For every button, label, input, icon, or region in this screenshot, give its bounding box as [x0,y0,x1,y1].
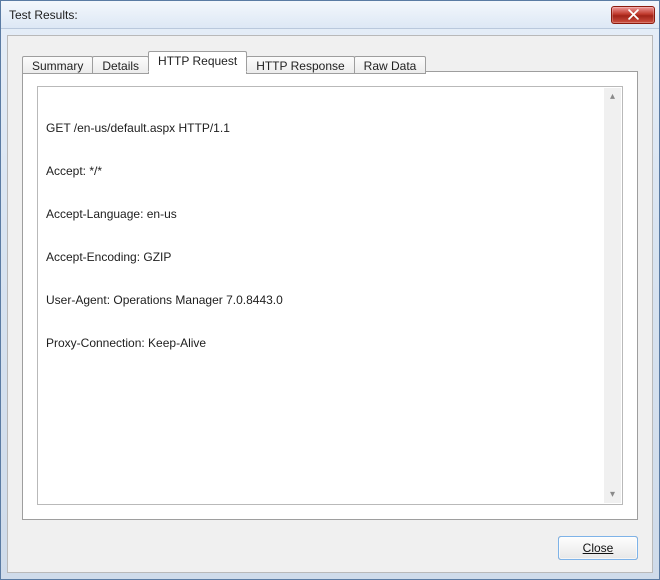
window-title: Test Results: [9,8,611,22]
tab-content: GET /en-us/default.aspx HTTP/1.1 Accept:… [22,72,638,520]
titlebar: Test Results: [1,1,659,29]
tab-details[interactable]: Details [92,56,149,74]
tab-http-response[interactable]: HTTP Response [246,56,354,74]
request-line: GET /en-us/default.aspx HTTP/1.1 [46,121,614,136]
tab-summary[interactable]: Summary [22,56,93,74]
request-line: User-Agent: Operations Manager 7.0.8443.… [46,293,614,308]
http-request-textbox[interactable]: GET /en-us/default.aspx HTTP/1.1 Accept:… [37,86,623,505]
close-button[interactable]: Close [558,536,638,560]
scroll-up-icon[interactable]: ▴ [604,88,621,105]
tab-http-request[interactable]: HTTP Request [148,51,247,72]
scrollbar-vertical[interactable]: ▴ ▾ [604,88,621,503]
tabstrip: Summary Details HTTP Request HTTP Respon… [22,50,638,72]
request-line: Accept: */* [46,164,614,179]
request-line: Accept-Language: en-us [46,207,614,222]
button-row: Close [8,530,652,572]
request-line: Accept-Encoding: GZIP [46,250,614,265]
scroll-down-icon[interactable]: ▾ [604,486,621,503]
window-close-button[interactable] [611,6,655,24]
tab-raw-data[interactable]: Raw Data [354,56,427,74]
close-icon [628,9,639,20]
request-line: Proxy-Connection: Keep-Alive [46,336,614,351]
close-button-label: Close [583,541,614,555]
window: Test Results: Summary Details HTTP Reque… [0,0,660,580]
client-area: Summary Details HTTP Request HTTP Respon… [7,35,653,573]
